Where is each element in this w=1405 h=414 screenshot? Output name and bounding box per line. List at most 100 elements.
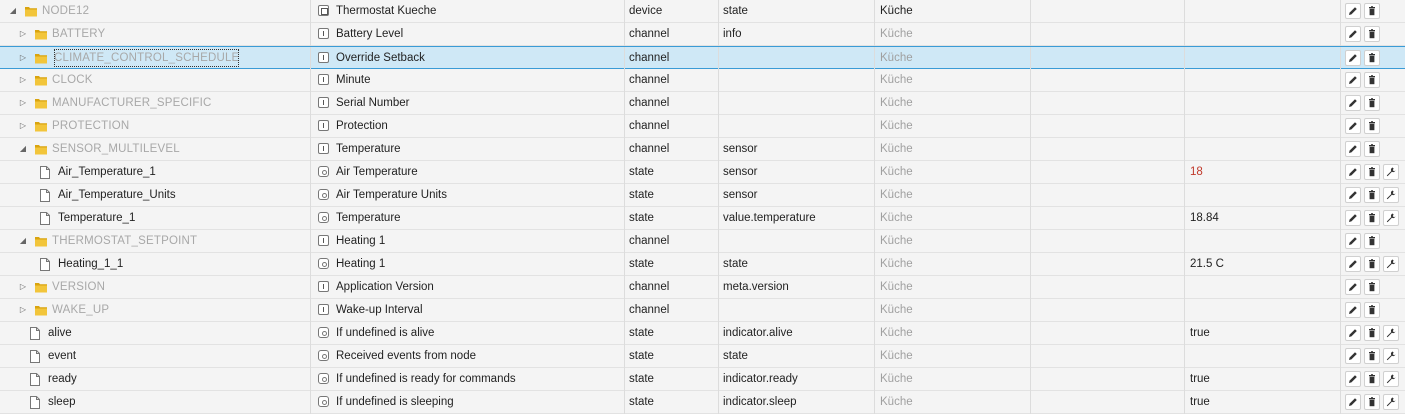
tree-row[interactable]: ▷ WAKE_UP Wake-up Interval channel Küche [0,299,1405,322]
delete-button[interactable] [1364,26,1380,42]
tree-row[interactable]: Temperature_1 Temperature state value.tempe… [0,207,1405,230]
column-divider [1340,69,1341,92]
column-divider [1030,230,1031,253]
edit-button[interactable] [1345,302,1361,318]
collapse-toggle-icon[interactable]: ◢ [18,230,28,252]
tree-row[interactable]: Heating_1_1 Heating 1 state state Küche 21.5 … [0,253,1405,276]
tree-row[interactable]: ▷ CLOCK Minute channel Küche [0,69,1405,92]
object-id-label[interactable]: THERMOSTAT_SETPOINT [52,230,197,252]
delete-button[interactable] [1364,348,1380,364]
edit-button[interactable] [1345,279,1361,295]
expand-toggle-icon[interactable]: ▷ [18,47,28,69]
settings-button[interactable] [1383,371,1399,387]
tree-row[interactable]: ▷ BATTERY Battery Level channel info Küche [0,23,1405,46]
delete-button[interactable] [1364,210,1380,226]
settings-button[interactable] [1383,210,1399,226]
delete-button[interactable] [1364,187,1380,203]
settings-button[interactable] [1383,256,1399,272]
tree-row[interactable]: ▷ CLIMATE_CONTROL_SCHEDULE Override Setbac… [0,46,1405,70]
object-id-label[interactable]: CLIMATE_CONTROL_SCHEDULE [52,47,241,69]
object-id-label[interactable]: VERSION [52,276,105,298]
settings-button[interactable] [1383,348,1399,364]
tree-row[interactable]: ▷ PROTECTION Protection channel Küche [0,115,1405,138]
column-divider [718,115,719,138]
object-id-label[interactable]: Air_Temperature_1 [58,161,156,183]
tree-row[interactable]: sleep If undefined is sleeping state indica… [0,391,1405,414]
delete-button[interactable] [1364,3,1380,19]
object-id-cell: ▷ BATTERY [0,23,310,45]
delete-button[interactable] [1364,141,1380,157]
object-id-label[interactable]: PROTECTION [52,115,129,137]
column-divider [624,47,625,70]
object-id-label[interactable]: BATTERY [52,23,105,45]
delete-button[interactable] [1364,302,1380,318]
object-id-label[interactable]: SENSOR_MULTILEVEL [52,138,180,160]
edit-button[interactable] [1345,371,1361,387]
object-id-label[interactable]: WAKE_UP [52,299,109,321]
object-id-label[interactable]: ready [48,368,77,390]
settings-button[interactable] [1383,187,1399,203]
tree-row[interactable]: ▷ VERSION Application Version channel meta.v… [0,276,1405,299]
delete-button[interactable] [1364,394,1380,410]
delete-button[interactable] [1364,95,1380,111]
settings-button[interactable] [1383,394,1399,410]
edit-button[interactable] [1345,118,1361,134]
object-id-label[interactable]: Heating_1_1 [58,253,123,275]
object-id-label[interactable]: alive [48,322,72,344]
expand-toggle-icon[interactable]: ▷ [18,92,28,114]
edit-button[interactable] [1345,233,1361,249]
edit-button[interactable] [1345,164,1361,180]
edit-button[interactable] [1345,325,1361,341]
delete-button[interactable] [1364,72,1380,88]
edit-button[interactable] [1345,256,1361,272]
edit-button[interactable] [1345,348,1361,364]
tree-row[interactable]: ◢ THERMOSTAT_SETPOINT Heating 1 channel Küch… [0,230,1405,253]
edit-button[interactable] [1345,210,1361,226]
delete-button[interactable] [1364,50,1380,66]
tree-row[interactable]: ready If undefined is ready for commands s… [0,368,1405,391]
expand-toggle-icon[interactable]: ▷ [18,276,28,298]
expand-toggle-icon[interactable]: ▷ [18,115,28,137]
settings-button[interactable] [1383,325,1399,341]
object-id-label[interactable]: MANUFACTURER_SPECIFIC [52,92,211,114]
tree-row[interactable]: alive If undefined is alive state indicator… [0,322,1405,345]
tree-row[interactable]: event Received events from node state state… [0,345,1405,368]
edit-button[interactable] [1345,50,1361,66]
collapse-toggle-icon[interactable]: ◢ [8,0,18,22]
object-room: Küche [880,5,913,17]
edit-button[interactable] [1345,26,1361,42]
column-divider [310,299,311,322]
tree-row[interactable]: Air_Temperature_1 Air Temperature state sen… [0,161,1405,184]
edit-button[interactable] [1345,141,1361,157]
object-id-label[interactable]: NODE12 [42,0,89,22]
tree-row[interactable]: ▷ MANUFACTURER_SPECIFIC Serial Number chann… [0,92,1405,115]
edit-button[interactable] [1345,3,1361,19]
expand-toggle-icon[interactable]: ▷ [18,69,28,91]
channel-icon [318,143,329,154]
delete-button[interactable] [1364,371,1380,387]
object-id-label[interactable]: Temperature_1 [58,207,135,229]
expand-toggle-icon[interactable]: ▷ [18,23,28,45]
delete-button[interactable] [1364,325,1380,341]
delete-button[interactable] [1364,279,1380,295]
settings-button[interactable] [1383,164,1399,180]
folder-icon [34,51,48,65]
edit-button[interactable] [1345,394,1361,410]
column-divider [310,345,311,368]
expand-toggle-icon[interactable]: ▷ [18,299,28,321]
tree-row[interactable]: ◢ NODE12 Thermostat Kueche device state Küche [0,0,1405,23]
edit-button[interactable] [1345,95,1361,111]
tree-row[interactable]: ◢ SENSOR_MULTILEVEL Temperature channel sens… [0,138,1405,161]
delete-button[interactable] [1364,256,1380,272]
delete-button[interactable] [1364,164,1380,180]
object-id-label[interactable]: sleep [48,391,76,413]
collapse-toggle-icon[interactable]: ◢ [18,138,28,160]
tree-row[interactable]: Air_Temperature_Units Air Temperature Uni… [0,184,1405,207]
delete-button[interactable] [1364,118,1380,134]
edit-button[interactable] [1345,72,1361,88]
object-id-label[interactable]: event [48,345,76,367]
delete-button[interactable] [1364,233,1380,249]
object-id-label[interactable]: Air_Temperature_Units [58,184,176,206]
object-id-label[interactable]: CLOCK [52,69,93,91]
edit-button[interactable] [1345,187,1361,203]
